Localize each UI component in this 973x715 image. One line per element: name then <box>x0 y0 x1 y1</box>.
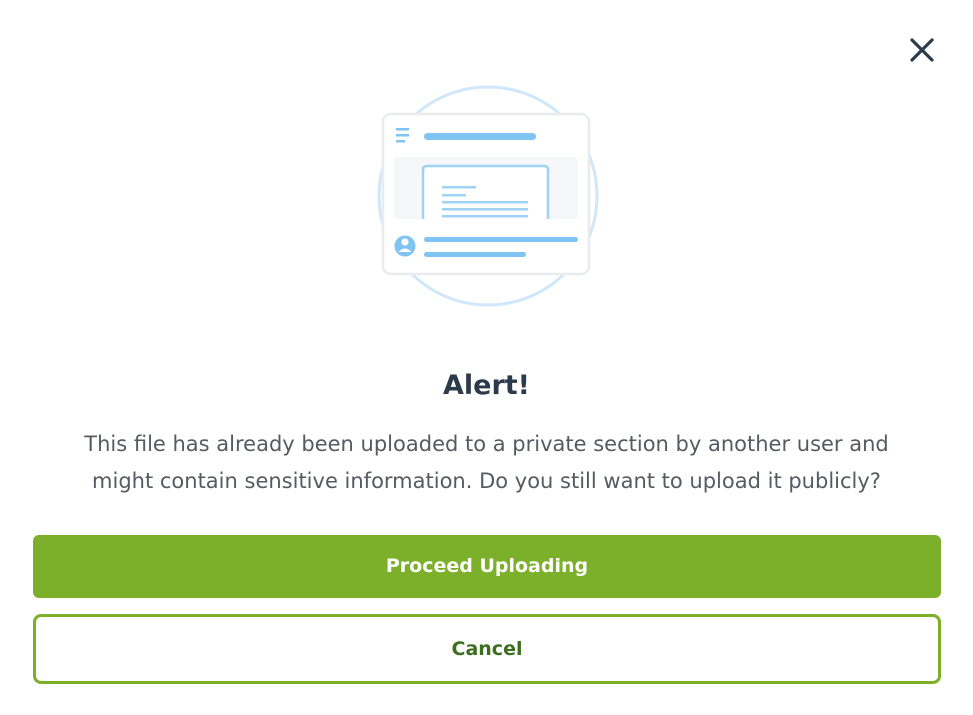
document-illustration <box>376 84 600 308</box>
proceed-uploading-button[interactable]: Proceed Uploading <box>33 535 941 598</box>
upload-alert-dialog: Alert! This file has already been upload… <box>0 0 973 715</box>
dialog-title: Alert! <box>443 370 530 401</box>
close-button[interactable] <box>906 34 938 66</box>
close-icon <box>910 38 934 62</box>
dialog-message: This file has already been uploaded to a… <box>84 432 889 493</box>
cancel-button[interactable]: Cancel <box>33 614 941 684</box>
user-avatar-icon <box>394 235 416 257</box>
